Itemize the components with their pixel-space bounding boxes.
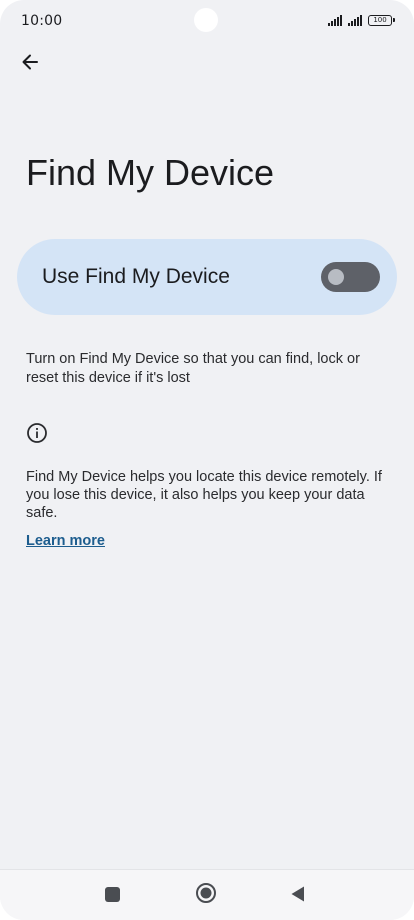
battery-level: 100 bbox=[373, 15, 387, 24]
triangle-back-icon[interactable] bbox=[289, 885, 307, 903]
square-icon[interactable] bbox=[105, 887, 120, 902]
learn-more-link[interactable]: Learn more bbox=[26, 533, 105, 549]
status-bar: 10:00 100 bbox=[0, 0, 414, 44]
circle-home-icon[interactable] bbox=[195, 882, 217, 904]
switch-summary: Turn on Find My Device so that you can f… bbox=[26, 351, 360, 386]
toggle-thumb bbox=[328, 269, 344, 285]
info-description: Find My Device helps you locate this dev… bbox=[26, 469, 382, 521]
navigation-bar bbox=[0, 869, 414, 920]
back-button[interactable] bbox=[14, 46, 46, 78]
page-title: Find My Device bbox=[26, 152, 275, 193]
use-find-my-device-switch-row[interactable]: Use Find My Device bbox=[17, 239, 397, 315]
status-icons: 100 bbox=[328, 14, 395, 26]
battery-icon: 100 bbox=[368, 14, 395, 26]
arrow-left-icon bbox=[22, 54, 38, 70]
info-icon bbox=[27, 423, 47, 443]
front-camera bbox=[194, 8, 218, 32]
find-my-device-toggle[interactable] bbox=[321, 262, 380, 292]
status-time: 10:00 bbox=[21, 13, 63, 29]
signal-icon-sim2 bbox=[348, 14, 362, 26]
phone-screen: 10:00 100 Find My Device Use Find My Dev… bbox=[0, 0, 414, 920]
switch-label: Use Find My Device bbox=[42, 265, 230, 288]
signal-icon bbox=[328, 14, 342, 26]
